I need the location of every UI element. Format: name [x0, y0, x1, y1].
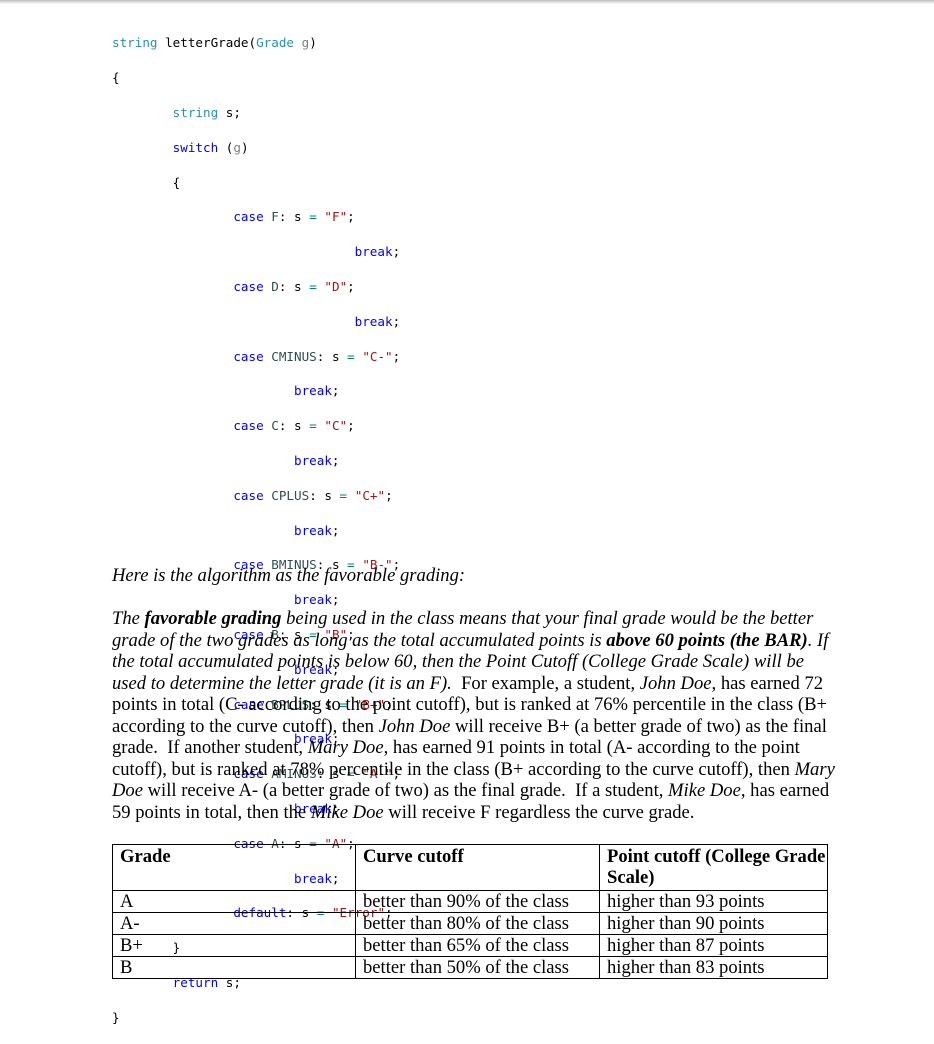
description-paragraph: The favorable grading being used in the … [112, 608, 835, 823]
code-case: case F: s = "F"; [233, 209, 355, 225]
table-row: A better than 90% of the class higher th… [112, 890, 828, 913]
header-grade: Grade [112, 844, 356, 891]
code-case: case CPLUS: s = "C+"; [233, 487, 393, 503]
header-curve-cutoff: Curve cutoff [355, 844, 600, 891]
table-row: B+ better than 65% of the class higher t… [112, 934, 828, 957]
code-case: case C: s = "C"; [233, 418, 355, 434]
code-switch: switch (g) [172, 139, 249, 155]
table-row: B better than 50% of the class higher th… [112, 956, 828, 979]
section-heading: Here is the algorithm as the favorable g… [112, 565, 466, 586]
code-decl: string s; [172, 105, 241, 120]
table-row: A- better than 80% of the class higher t… [112, 912, 828, 935]
code-case: case CMINUS: s = "C-"; [233, 348, 401, 364]
grade-cutoff-table: Grade Curve cutoff Point cutoff (College… [112, 844, 828, 979]
table-header-row: Grade Curve cutoff Point cutoff (College… [112, 844, 828, 891]
code-case: case D: s = "D"; [233, 278, 355, 294]
code-signature: string letterGrade(Grade g) [112, 35, 317, 51]
header-point-cutoff: Point cutoff (College Grade Scale) [599, 844, 828, 891]
page-top-edge [0, 0, 934, 4]
